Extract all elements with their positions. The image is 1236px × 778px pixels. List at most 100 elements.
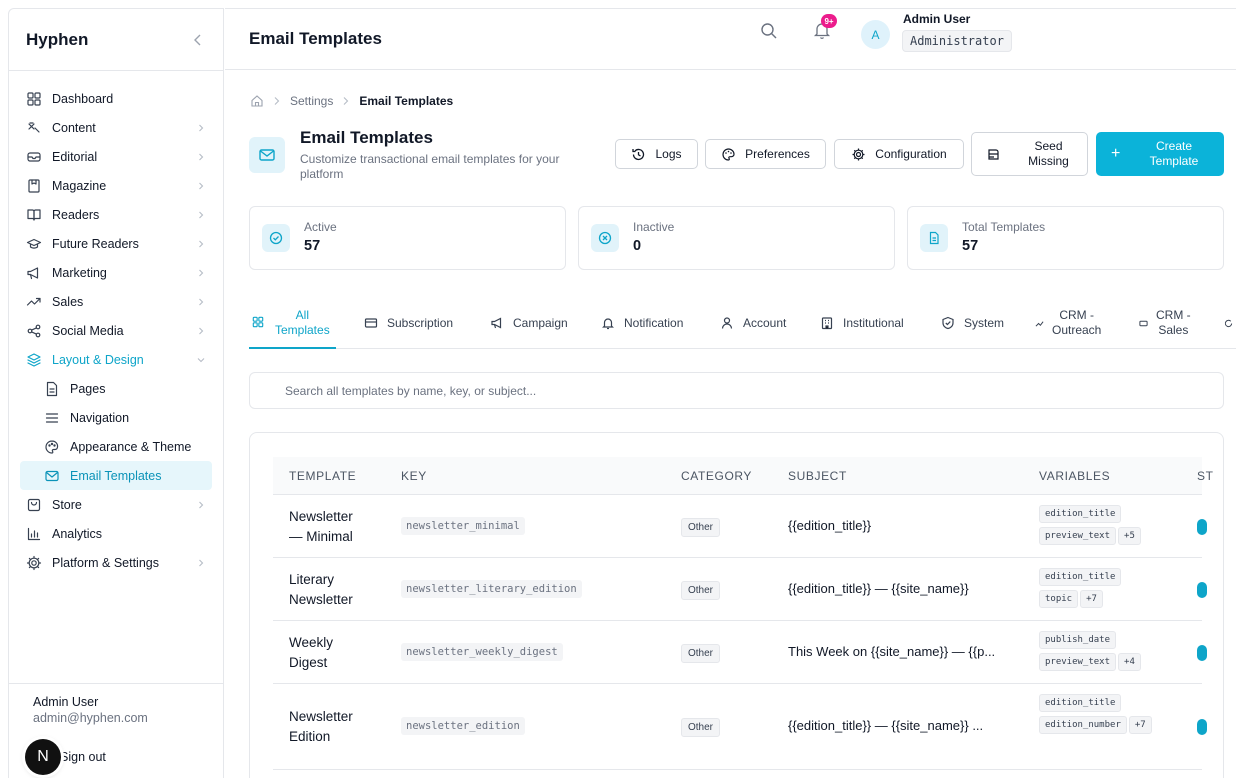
variable-chip: preview_text <box>1039 526 1117 545</box>
sidebar-item-email-templates[interactable]: Email Templates <box>20 461 212 490</box>
table-row[interactable]: Literary Newsletter newsletter_literary_e… <box>273 558 1207 621</box>
more-variables-chip: +4 <box>1118 652 1141 671</box>
template-name-line1: Newsletter <box>289 709 353 724</box>
sidebar-item-label: Editorial <box>52 149 98 164</box>
tab-all-line1: All <box>295 307 310 322</box>
tab-crm-outreach[interactable]: CRM - Outreach <box>1035 298 1101 348</box>
editorial-icon <box>26 149 42 165</box>
tab-label: CRM - Sales <box>1156 308 1191 338</box>
table-row[interactable]: Newsletter — Minimal newsletter_minimal O… <box>273 495 1207 558</box>
user-icon <box>720 316 734 330</box>
signout-button[interactable]: Sign out <box>60 750 106 764</box>
tab-crm-sales-line1: CRM - <box>1156 308 1191 322</box>
variables-cell: edition_title edition_number +7 <box>1039 694 1179 738</box>
create-template-button[interactable]: + Create Template <box>1096 132 1224 176</box>
sidebar-item-content[interactable]: Content <box>9 113 223 142</box>
tab-crm-sales[interactable]: CRM - Sales <box>1139 298 1191 348</box>
col-variables[interactable]: VARIABLES <box>1039 469 1110 483</box>
template-key: newsletter_minimal <box>401 516 525 535</box>
signout-row[interactable]: N Sign out <box>25 739 207 775</box>
table-row[interactable]: Weekly Digest newsletter_weekly_digest Ot… <box>273 621 1207 684</box>
sidebar-item-editorial[interactable]: Editorial <box>9 142 223 171</box>
logs-button[interactable]: Logs <box>615 139 698 169</box>
content-icon <box>26 120 42 136</box>
home-icon[interactable] <box>250 94 264 108</box>
template-name[interactable]: Newsletter — Minimal <box>289 507 379 547</box>
sidebar-item-future-readers[interactable]: Future Readers <box>9 229 223 258</box>
sidebar-item-navigation[interactable]: Navigation <box>9 403 223 432</box>
template-subject: {{edition_title}} <box>788 517 872 533</box>
template-subject: {{edition_title}} — {{site_name}} <box>788 580 969 596</box>
sidebar-item-store[interactable]: Store <box>9 490 223 519</box>
search-icon[interactable] <box>760 22 778 40</box>
col-key[interactable]: KEY <box>401 469 427 483</box>
sidebar-item-marketing[interactable]: Marketing <box>9 258 223 287</box>
col-category[interactable]: CATEGORY <box>681 469 752 483</box>
megaphone-icon <box>490 316 504 330</box>
sidebar-item-layout-design[interactable]: Layout & Design <box>9 345 223 374</box>
sidebar-nav: Dashboard Content Editorial Magazine Readers… <box>9 71 223 577</box>
tab-subscription[interactable]: Subscription <box>364 298 453 348</box>
sidebar-footer: Admin User admin@hyphen.com N Sign out <box>9 683 223 775</box>
sidebar-item-pages[interactable]: Pages <box>9 374 223 403</box>
sidebar-item-platform-settings[interactable]: Platform & Settings <box>9 548 223 577</box>
chevron-right-icon <box>195 238 207 250</box>
template-name-line1: Literary <box>289 571 335 587</box>
seed-missing-button[interactable]: Seed Missing <box>971 132 1088 176</box>
variable-chip: topic <box>1039 589 1079 608</box>
sidebar-item-readers[interactable]: Readers <box>9 200 223 229</box>
tab-institutional[interactable]: Institutional <box>820 298 904 348</box>
chevron-right-icon <box>195 557 207 569</box>
search-input[interactable] <box>249 372 1224 409</box>
status-toggle[interactable] <box>1197 719 1207 735</box>
col-template[interactable]: TEMPLATE <box>289 469 356 483</box>
sidebar-item-label: Analytics <box>52 526 103 541</box>
sidebar-item-social-media[interactable]: Social Media <box>9 316 223 345</box>
tab-more[interactable] <box>1224 298 1236 348</box>
preferences-button[interactable]: Preferences <box>705 139 826 169</box>
layers-icon <box>26 352 42 368</box>
status-toggle[interactable] <box>1197 644 1207 661</box>
sidebar-item-label: Navigation <box>70 410 130 425</box>
configuration-button[interactable]: Configuration <box>834 139 964 169</box>
tab-notification[interactable]: Notification <box>601 298 683 348</box>
tab-crm-sales-line2: Sales <box>1158 323 1189 337</box>
table-row[interactable]: Newsletter Edition newsletter_edition Oth… <box>273 684 1207 770</box>
trending-icon <box>1035 319 1044 328</box>
col-status[interactable]: ST <box>1197 469 1214 483</box>
stat-card-inactive: Inactive 0 <box>578 206 895 270</box>
template-name[interactable]: Weekly Digest <box>289 633 379 673</box>
breadcrumb-settings-link[interactable]: Settings <box>290 94 333 108</box>
template-key: newsletter_weekly_digest <box>401 642 563 661</box>
sidebar-item-dashboard[interactable]: Dashboard <box>9 84 223 113</box>
topbar: Email Templates <box>225 8 1236 70</box>
collapse-sidebar-chevron-icon[interactable] <box>189 31 207 49</box>
breadcrumb-separator-icon <box>341 96 351 106</box>
sidebar-item-magazine[interactable]: Magazine <box>9 171 223 200</box>
tab-campaign[interactable]: Campaign <box>490 298 568 348</box>
dashboard-grid-icon <box>26 91 42 107</box>
sidebar-item-analytics[interactable]: Analytics <box>9 519 223 548</box>
tab-system[interactable]: System <box>941 298 1004 348</box>
status-toggle[interactable] <box>1197 518 1207 535</box>
sidebar-item-label: Layout & Design <box>52 352 144 367</box>
template-name[interactable]: Literary Newsletter <box>289 570 379 610</box>
status-toggle[interactable] <box>1197 581 1207 598</box>
col-subject[interactable]: SUBJECT <box>788 469 847 483</box>
variable-chip: edition_title <box>1039 504 1122 523</box>
next-badge-icon[interactable]: N <box>25 739 61 775</box>
category-badge: Other <box>681 517 721 537</box>
tab-account[interactable]: Account <box>720 298 786 348</box>
tab-all-templates[interactable]: All Templates <box>249 298 336 349</box>
chevron-right-icon <box>195 209 207 221</box>
template-name-line2: Digest <box>289 654 328 670</box>
chevron-right-icon <box>195 180 207 192</box>
tab-label: Institutional <box>843 316 904 330</box>
template-name[interactable]: Newsletter Edition <box>289 707 379 747</box>
avatar[interactable]: A <box>861 20 890 49</box>
analytics-bars-icon <box>26 526 42 542</box>
sidebar-item-appearance-theme[interactable]: Appearance & Theme <box>9 432 223 461</box>
user-role-badge: Administrator <box>902 30 1012 52</box>
sidebar-item-sales[interactable]: Sales <box>9 287 223 316</box>
sidebar-item-label: Email Templates <box>70 468 162 483</box>
